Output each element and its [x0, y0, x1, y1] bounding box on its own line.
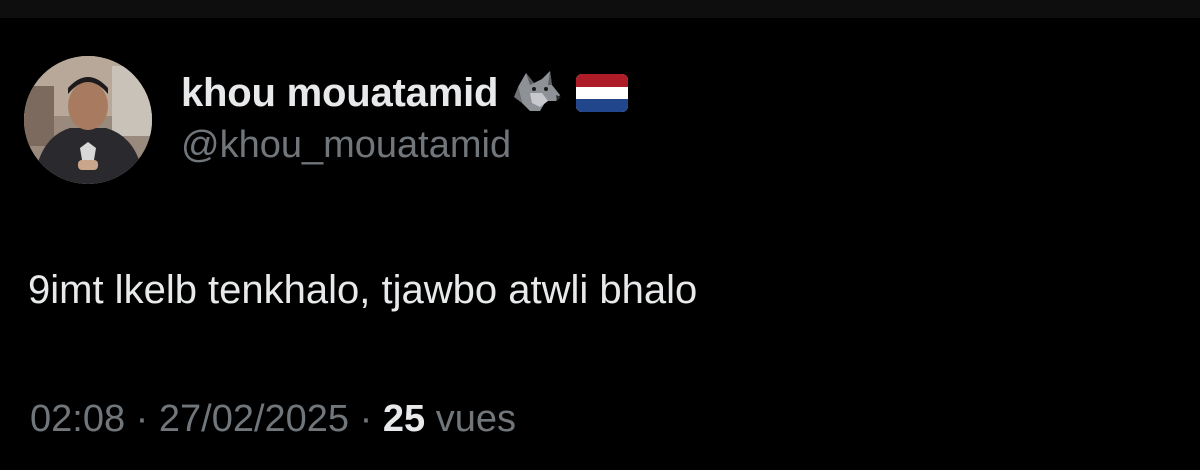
avatar-image	[24, 56, 152, 184]
author-display-name[interactable]: khou mouatamid	[181, 71, 498, 116]
tweet-meta: 02:08 · 27/02/2025 · 25 vues	[30, 398, 516, 441]
tweet-text: 9imt lkelb tenkhalo, tjawbo atwli bhalo	[28, 268, 698, 312]
author-name-row: khou mouatamid	[181, 66, 629, 120]
top-strip	[0, 0, 1200, 18]
avatar[interactable]	[24, 56, 152, 184]
tweet-time[interactable]: 02:08	[30, 398, 125, 440]
wolf-icon	[512, 67, 564, 119]
meta-separator: ·	[135, 398, 149, 440]
meta-separator: ·	[359, 398, 373, 440]
views-label: vues	[435, 398, 516, 440]
author-handle[interactable]: @khou_mouatamid	[181, 124, 511, 167]
tweet-date[interactable]: 27/02/2025	[159, 398, 349, 440]
views-count[interactable]: 25	[383, 398, 425, 440]
netherlands-flag-icon	[576, 74, 629, 112]
